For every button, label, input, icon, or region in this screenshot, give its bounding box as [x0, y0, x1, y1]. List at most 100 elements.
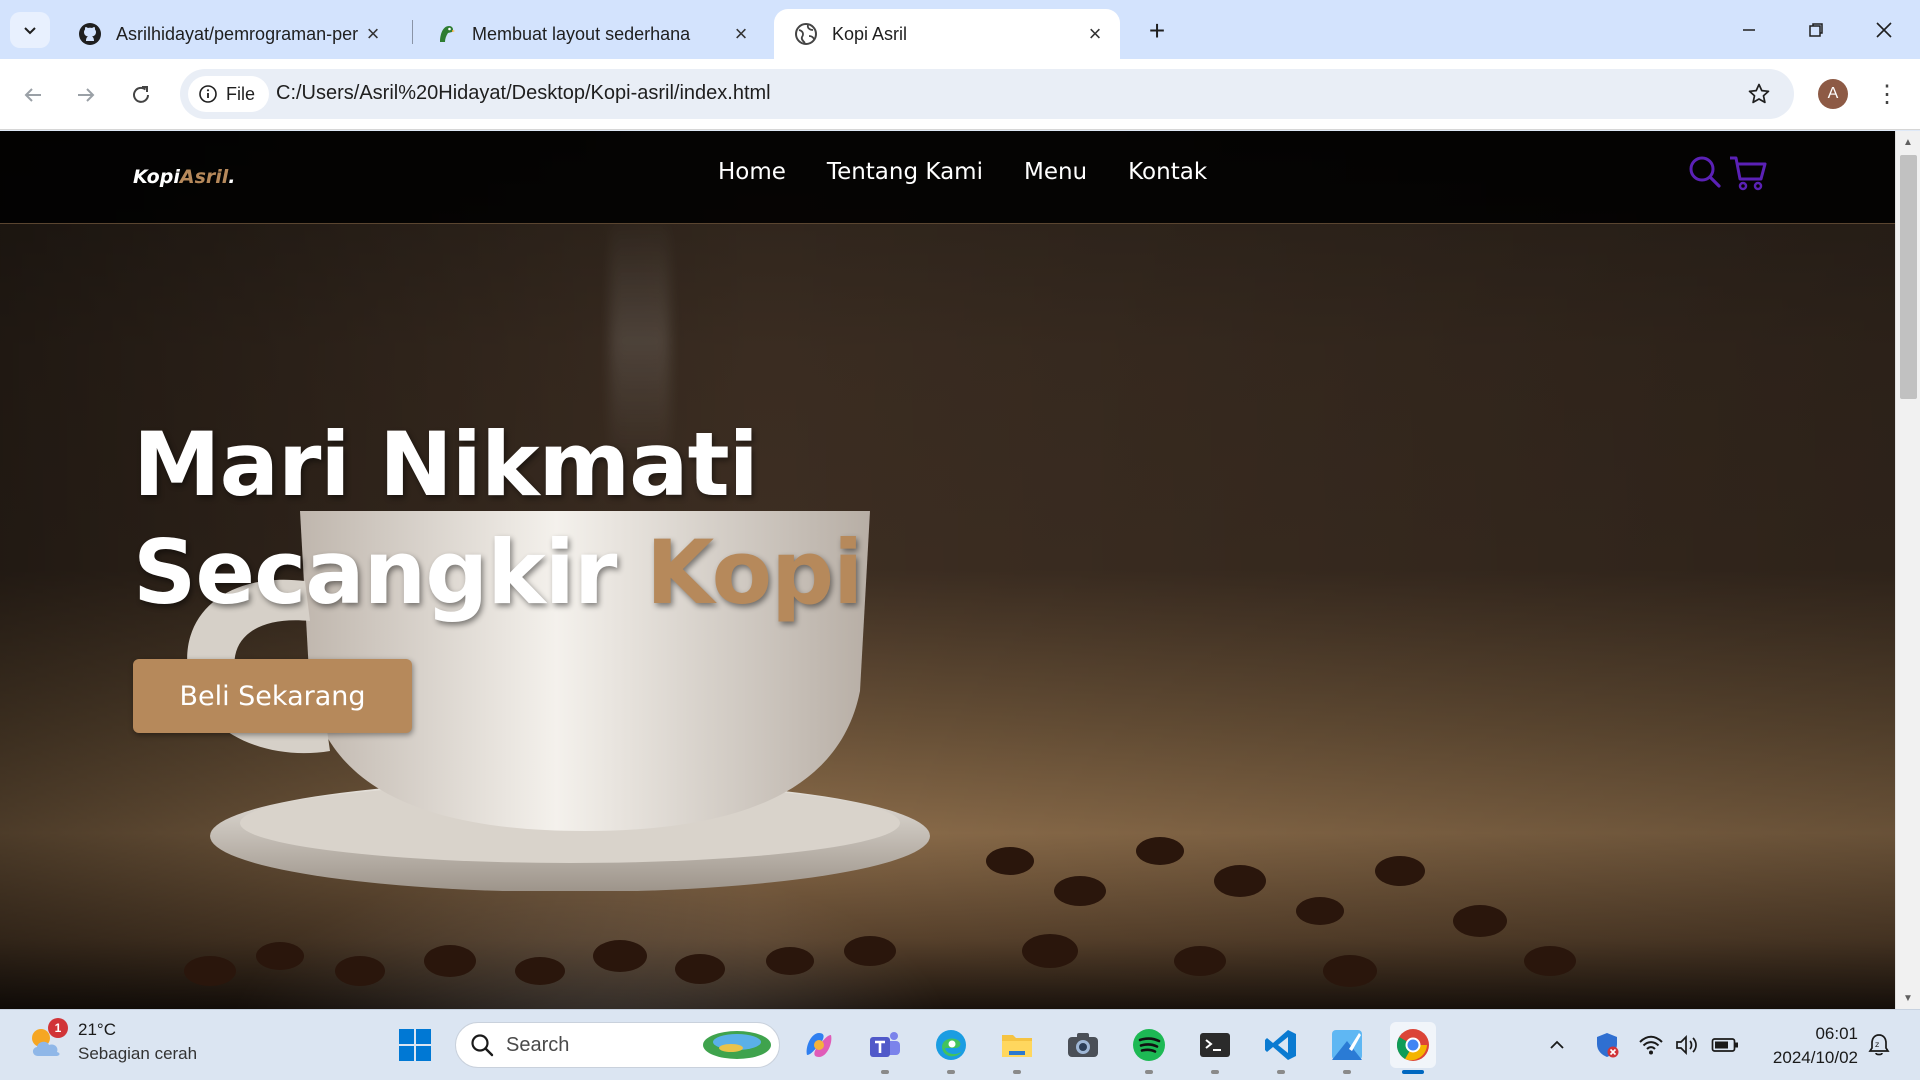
url-text[interactable]: C:/Users/Asril%20Hidayat/Desktop/Kopi-as…	[276, 82, 771, 105]
clock-time: 06:01	[1815, 1024, 1858, 1043]
tab-separator	[412, 20, 413, 44]
forward-button[interactable]	[66, 75, 106, 115]
close-window-button[interactable]	[1854, 10, 1914, 50]
camera-app[interactable]	[1060, 1022, 1106, 1068]
running-indicator	[1211, 1070, 1219, 1074]
browser-toolbar: File C:/Users/Asril%20Hidayat/Desktop/Ko…	[0, 59, 1920, 130]
search-icon	[471, 1034, 494, 1057]
edge-icon	[936, 1030, 966, 1060]
start-button[interactable]	[392, 1022, 438, 1068]
page-viewport: KopiAsril. Home Tentang Kami Menu Kontak…	[0, 131, 1895, 1009]
weather-widget[interactable]: 1 21°C Sebagian cerah	[26, 1018, 197, 1064]
nav-link-tentang-kami[interactable]: Tentang Kami	[827, 159, 983, 185]
address-bar[interactable]: File C:/Users/Asril%20Hidayat/Desktop/Ko…	[180, 69, 1794, 119]
nav-link-menu[interactable]: Menu	[1024, 159, 1087, 185]
running-indicator	[1343, 1070, 1351, 1074]
teams-app[interactable]	[862, 1022, 908, 1074]
terminal-app[interactable]	[1192, 1022, 1238, 1074]
vscode-icon	[1265, 1030, 1296, 1060]
reload-button[interactable]	[121, 75, 161, 115]
hero-line-1: Mari Nikmati	[133, 413, 759, 516]
reload-icon	[133, 86, 149, 103]
globe-icon	[795, 23, 817, 45]
file-explorer-app[interactable]	[994, 1022, 1040, 1074]
chrome-icon	[1396, 1029, 1429, 1061]
copilot-icon	[806, 1033, 832, 1057]
arrow-left-icon	[24, 88, 41, 102]
copilot-app[interactable]	[796, 1022, 842, 1068]
close-tab-icon[interactable]: ×	[362, 21, 384, 46]
chip-label: File	[226, 83, 256, 104]
site-navbar: KopiAsril. Home Tentang Kami Menu Kontak	[0, 131, 1895, 224]
camera-icon	[1068, 1033, 1098, 1057]
terminal-icon	[1200, 1033, 1230, 1057]
tab-kopi-asril[interactable]: Kopi Asril ×	[774, 9, 1120, 59]
minimize-button[interactable]	[1719, 10, 1779, 50]
paint-icon	[1332, 1030, 1362, 1060]
spotify-app[interactable]	[1126, 1022, 1172, 1074]
edge-app[interactable]	[928, 1022, 974, 1074]
wifi-tray-icon[interactable]	[1636, 1030, 1666, 1060]
paint-app[interactable]	[1324, 1022, 1370, 1074]
show-hidden-icons-button[interactable]	[1542, 1030, 1572, 1060]
running-indicator	[1402, 1070, 1424, 1074]
shopping-cart-icon[interactable]	[1728, 155, 1768, 191]
info-icon	[199, 85, 217, 103]
chevron-down-icon	[24, 27, 36, 35]
tab-search-button[interactable]	[10, 12, 50, 48]
running-indicator	[1145, 1070, 1153, 1074]
volume-tray-icon[interactable]	[1672, 1030, 1702, 1060]
new-tab-button[interactable]: +	[1140, 14, 1174, 48]
tab-title: Asrilhidayat/pemrograman-per	[116, 23, 359, 44]
page-scrollbar[interactable]: ▲ ▼	[1895, 131, 1920, 1009]
nav-link-home[interactable]: Home	[718, 159, 786, 185]
hero-heading: Mari Nikmati Secangkir Kopi	[133, 411, 863, 627]
star-icon	[1748, 83, 1770, 104]
site-info-chip[interactable]: File	[188, 76, 270, 112]
security-tray-icon[interactable]	[1592, 1030, 1622, 1060]
back-button[interactable]	[13, 75, 53, 115]
parrot-icon	[440, 26, 455, 42]
teams-icon	[870, 1032, 900, 1057]
tab-layout[interactable]: Membuat layout sederhana ×	[414, 9, 766, 59]
system-clock[interactable]: 06:01 2024/10/02	[1762, 1022, 1858, 1070]
nav-link-kontak[interactable]: Kontak	[1128, 159, 1207, 185]
running-indicator	[1277, 1070, 1285, 1074]
more-menu-icon[interactable]: ⋮	[1872, 77, 1902, 111]
windows-taskbar: 1 21°C Sebagian cerah Search 06:01 2024/…	[0, 1009, 1920, 1080]
scroll-down-arrow-icon[interactable]: ▼	[1902, 993, 1914, 1005]
profile-avatar[interactable]: A	[1818, 79, 1848, 109]
nav-icons	[1688, 155, 1768, 191]
notifications-button[interactable]: z	[1864, 1030, 1894, 1060]
site-logo[interactable]: KopiAsril.	[133, 166, 236, 188]
running-indicator	[1013, 1070, 1021, 1074]
search-highlight-icon	[703, 1031, 771, 1059]
running-indicator	[881, 1070, 889, 1074]
hero-accent-word: Kopi	[645, 521, 863, 624]
taskbar-search[interactable]: Search	[455, 1022, 780, 1068]
windows-logo-icon	[399, 1029, 431, 1061]
restore-icon	[1809, 23, 1823, 37]
minimize-icon	[1743, 29, 1755, 31]
vscode-app[interactable]	[1258, 1022, 1304, 1074]
chevron-up-icon	[1550, 1040, 1564, 1049]
search-icon[interactable]	[1688, 155, 1722, 189]
clock-date: 2024/10/02	[1772, 1048, 1858, 1067]
battery-icon	[1711, 1038, 1738, 1052]
running-indicator	[947, 1070, 955, 1074]
tab-title: Membuat layout sederhana	[472, 23, 691, 44]
restore-button[interactable]	[1786, 10, 1846, 50]
chrome-app[interactable]	[1390, 1022, 1436, 1074]
battery-tray-icon[interactable]	[1710, 1030, 1740, 1060]
tab-github[interactable]: Asrilhidayat/pemrograman-per ×	[58, 9, 398, 59]
scroll-thumb[interactable]	[1900, 155, 1917, 399]
buy-now-button[interactable]: Beli Sekarang	[133, 659, 412, 733]
tab-strip: Asrilhidayat/pemrograman-per × Membuat l…	[0, 0, 1920, 59]
search-placeholder: Search	[506, 1033, 570, 1056]
close-tab-icon[interactable]: ×	[730, 21, 752, 46]
bookmark-button[interactable]	[1744, 79, 1774, 109]
scroll-up-arrow-icon[interactable]: ▲	[1902, 137, 1914, 149]
close-tab-icon[interactable]: ×	[1084, 21, 1106, 46]
notification-badge: 1	[48, 1018, 68, 1038]
hero-line-2: Secangkir	[133, 521, 646, 624]
